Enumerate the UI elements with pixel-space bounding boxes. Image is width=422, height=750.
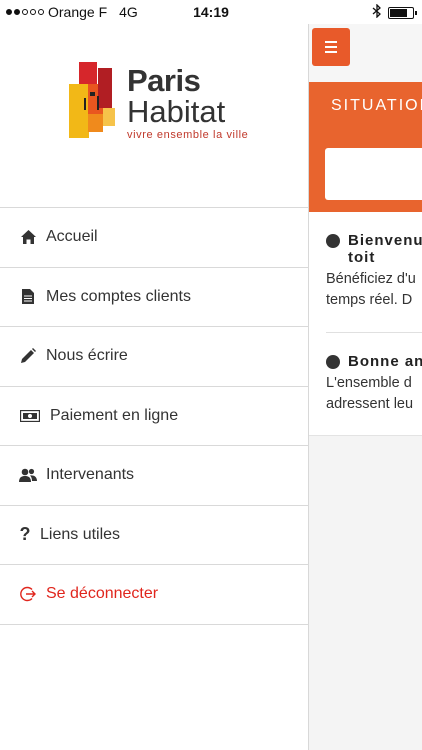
bullet-icon (326, 355, 340, 369)
news-body-line: L'ensemble d (326, 375, 412, 391)
logo-text-paris: Paris (127, 63, 201, 98)
news-body-line: adressent leu (326, 396, 414, 412)
news-item[interactable]: Bienvenu toit Bénéficiez d'u temps réel.… (326, 232, 422, 311)
paris-habitat-logo: Paris Habitat vivre ensemble la ville (68, 62, 248, 142)
menu-item-mes-comptes-clients[interactable]: Mes comptes clients (0, 268, 309, 327)
news-title-continued: toit (348, 249, 376, 266)
bluetooth-icon (372, 3, 382, 21)
bullet-icon (326, 234, 340, 248)
menu-item-accueil[interactable]: Accueil (0, 208, 309, 268)
menu-item-se-deconnecter[interactable]: Se déconnecter (0, 565, 309, 625)
main-content: SITUATION Bienvenu toit Bénéficiez d'u t… (309, 0, 422, 750)
clock: 14:19 (193, 4, 229, 20)
news-body-line: temps réel. D (326, 292, 413, 308)
navigation-drawer: Paris Habitat vivre ensemble la ville Ac… (0, 0, 309, 750)
battery-icon (388, 6, 417, 19)
menu-item-label: Mes comptes clients (46, 287, 191, 305)
pencil-icon (18, 346, 38, 366)
top-bar (309, 24, 422, 82)
document-icon (18, 287, 38, 307)
users-icon (18, 465, 38, 485)
status-bar: Orange F 4G 14:19 (0, 0, 422, 24)
menu-item-label: Intervenants (46, 466, 135, 484)
situation-card[interactable] (325, 148, 422, 200)
menu-item-liens-utiles[interactable]: ? Liens utiles (0, 506, 309, 565)
logo-text-habitat: Habitat (127, 94, 226, 129)
home-icon (18, 227, 38, 247)
menu-item-paiement-en-ligne[interactable]: Paiement en ligne (0, 387, 309, 446)
divider (326, 332, 422, 333)
logout-icon (18, 584, 38, 604)
hamburger-menu-button[interactable] (312, 28, 350, 66)
menu-item-label: Liens utiles (40, 525, 121, 543)
drawer-menu: Accueil Mes comptes clients Nous écrire … (0, 207, 309, 625)
news-title: Bienvenu (348, 232, 422, 249)
menu-item-nous-ecrire[interactable]: Nous écrire (0, 327, 309, 387)
news-item[interactable]: Bonne an L'ensemble d adressent leu (326, 353, 422, 415)
menu-item-label: Se déconnecter (46, 585, 159, 603)
menu-item-intervenants[interactable]: Intervenants (0, 446, 309, 506)
banner-title: SITUATION (331, 97, 422, 114)
situation-banner: SITUATION (309, 82, 422, 212)
news-body-line: Bénéficiez d'u (326, 271, 416, 287)
logo-mark-icon (69, 62, 115, 138)
menu-item-label: Accueil (46, 228, 98, 246)
question-icon: ? (19, 524, 31, 545)
news-title: Bonne an (348, 353, 422, 370)
menu-item-label: Paiement en ligne (50, 406, 179, 424)
logo-tagline: vivre ensemble la ville (127, 129, 249, 141)
news-list: Bienvenu toit Bénéficiez d'u temps réel.… (309, 212, 422, 436)
menu-item-label: Nous écrire (46, 347, 128, 365)
hamburger-icon (325, 41, 337, 43)
money-icon (18, 406, 42, 426)
status-right (372, 3, 417, 21)
